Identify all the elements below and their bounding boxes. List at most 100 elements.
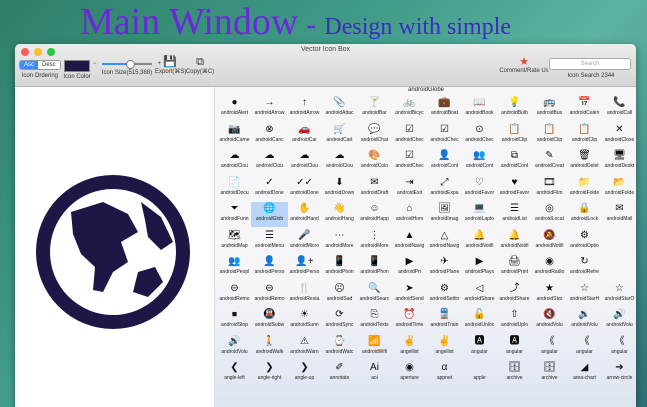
icon-cell[interactable]: ⚙ androidOptio: [566, 229, 603, 254]
icon-cell[interactable]: 🎞 androidFilm: [531, 176, 568, 201]
icon-cell[interactable]: ☰ androidMenu: [251, 229, 288, 254]
icon-cell[interactable]: α appnet: [426, 361, 463, 386]
search-input[interactable]: Search: [549, 58, 631, 70]
icon-cell[interactable]: ⌚ androidWatc: [321, 335, 358, 360]
icon-cell[interactable]: 👋 androidHang: [321, 202, 358, 227]
icon-cell[interactable]: 💬 androidChat: [356, 123, 393, 148]
icon-cell[interactable]: 📂 androidFolde: [601, 176, 636, 201]
icon-cell[interactable]: 📋 androidClip: [496, 123, 533, 148]
icon-cell[interactable]: 🎨 androidColo: [356, 149, 393, 174]
icon-cell[interactable]: ⎘ androidTexts: [356, 308, 393, 333]
icon-cell[interactable]: 🔇 androidVolu: [531, 308, 568, 333]
icon-cell[interactable]: ✕ androidClose: [601, 123, 636, 148]
icon-cell[interactable]: ⊙ androidChec: [461, 123, 498, 148]
icon-cell[interactable]: ⊖ androidRemo: [251, 282, 288, 307]
icon-cell[interactable]: ☹ androidSad: [321, 282, 358, 307]
icon-cell[interactable]: 🚆 androidTrain: [426, 308, 463, 333]
icon-cell[interactable]: ☆ androidStarH: [566, 282, 603, 307]
icon-cell[interactable]: 🔓 androidUnloc: [461, 308, 498, 333]
icon-cell[interactable]: ✓ androidDone: [251, 176, 288, 201]
icon-cell[interactable]: 《 angular: [531, 335, 568, 360]
icon-cell[interactable]: 🔊 androidVolu: [601, 308, 636, 333]
comment-button[interactable]: ★ Comment/Rate Us: [499, 56, 549, 74]
icon-cell[interactable]: 🖼 androidImag: [426, 202, 463, 227]
icon-cell[interactable]: 👤 androidPerso: [251, 255, 288, 280]
icon-cell[interactable]: ▶ androidPri: [391, 255, 428, 280]
icon-cell[interactable]: ☁ androidClou: [321, 149, 358, 174]
icon-cell[interactable]: ❯ angle-up: [286, 361, 323, 386]
icon-cell[interactable]: 🚌 androidBus: [531, 96, 568, 121]
icon-cell[interactable]: ✐ annotate: [321, 361, 358, 386]
icon-cell[interactable]: ☁ androidClou: [286, 149, 323, 174]
icon-cell[interactable]: ☑ androidChec: [391, 149, 428, 174]
icon-cell[interactable]: 📶 androidWifi: [356, 335, 393, 360]
icon-cell[interactable]: 🍸 androidBar: [356, 96, 393, 121]
icon-cell[interactable]: ⋮ androidMore: [356, 229, 393, 254]
icon-cell[interactable]: △ androidNavig: [426, 229, 463, 254]
icon-cell[interactable]: 🎤 androidMicro: [286, 229, 323, 254]
icon-cell[interactable]: 🖨 androidPrint: [496, 255, 533, 280]
icon-cell[interactable]: ✉ androidMail: [601, 202, 636, 227]
icon-cell[interactable]: ☺ androidHapp: [356, 202, 393, 227]
desc-button[interactable]: Desc: [38, 61, 60, 69]
icon-cell[interactable]: 📱 androidPhon: [356, 255, 393, 280]
icon-cell[interactable]: ▲ androidNavig: [391, 229, 428, 254]
icon-cell[interactable]: ☰ androidList: [496, 202, 533, 227]
icon-cell[interactable]: ⤴ androidShare: [496, 282, 533, 307]
icon-cell[interactable]: ✋ androidHand: [286, 202, 323, 227]
icon-cell[interactable]: 🔊 androidVolu: [216, 335, 253, 360]
icon-cell[interactable]: 🔕 androidNotifi: [531, 229, 568, 254]
icon-cell[interactable]: 🚇 androidSubw: [251, 308, 288, 333]
icon-cell[interactable]: ⇥ androidExit: [391, 176, 428, 201]
icon-cell[interactable]: ⚙ androidSettin: [426, 282, 463, 307]
icon-cell[interactable]: ☀ androidSunn: [286, 308, 323, 333]
slider-knob[interactable]: [125, 60, 135, 69]
icon-cell[interactable]: ➤ androidSend: [391, 282, 428, 307]
icon-cell[interactable]: 📋 androidClip: [566, 123, 603, 148]
icon-cell[interactable]: ⚠ androidWarn: [286, 335, 323, 360]
icon-cell[interactable]: 📱 androidPhon: [321, 255, 358, 280]
color-well[interactable]: [64, 60, 90, 72]
icon-cell[interactable]: 📷 androidCame: [216, 123, 253, 148]
icon-cell[interactable]: ★ androidStar: [531, 282, 568, 307]
icon-cell[interactable]: ➔ arrow-circle: [601, 361, 636, 386]
icon-cell[interactable]: 📄 androidDocu: [216, 176, 253, 201]
icon-cell[interactable]: ⟳ androidSync: [321, 308, 358, 333]
export-button[interactable]: 💾 Export(⌘S): [155, 56, 186, 75]
icon-cell[interactable]: ♥ androidFavor: [496, 176, 533, 201]
icon-cell[interactable]: 📁 androidFolde: [566, 176, 603, 201]
icon-cell[interactable]: ▶ androidPlays: [461, 255, 498, 280]
icon-cell[interactable]: ↻ androidRefre: [566, 255, 603, 280]
icon-cell[interactable]: ◉ androidRadio: [531, 255, 568, 280]
icon-cell[interactable]: ⏰ androidTime: [391, 308, 428, 333]
icon-cell[interactable]: ✌ angellist: [391, 335, 428, 360]
icon-cell[interactable]: 🔍 androidSearc: [356, 282, 393, 307]
icon-cell[interactable]: ✈ androidPlane: [426, 255, 463, 280]
icon-cell[interactable]: ● androidAlert: [216, 96, 253, 121]
icon-cell[interactable]: 💡 androidBulb: [496, 96, 533, 121]
icon-cell[interactable]: 🗄 archive: [496, 361, 533, 386]
icon-cell[interactable]: 🅰angular: [461, 335, 498, 360]
icon-cell[interactable]: ⇧ androidUplo: [496, 308, 533, 333]
icon-cell[interactable]: ↑ androidArrow: [286, 96, 323, 121]
icon-cell[interactable]: 🗄 archive: [531, 361, 568, 386]
icon-cell[interactable]: 🔔 androidNotifi: [496, 229, 533, 254]
icon-cell[interactable]: 👤+ androidPerso: [286, 255, 323, 280]
icon-cell[interactable]: 💼 androidBoat: [426, 96, 463, 121]
icon-cell[interactable]: ❯ angle-right: [251, 361, 288, 386]
minus-icon[interactable]: −: [93, 61, 97, 67]
icon-cell[interactable]: 📋 androidClip: [531, 123, 568, 148]
icon-cell[interactable]: ♡ androidFavor: [461, 176, 498, 201]
icon-cell[interactable]: 🚗 androidCar: [286, 123, 323, 148]
icon-cell[interactable]: ◎ androidLocat: [531, 202, 568, 227]
icon-cell[interactable]: ☑ androidChec: [426, 123, 463, 148]
icon-cell[interactable]: ✓✓ androidDone: [286, 176, 323, 201]
icon-cell[interactable]: 🔔 androidNotifi: [461, 229, 498, 254]
icon-cell[interactable]: 👥 androidCont: [461, 149, 498, 174]
icon-cell[interactable]: 🔉 androidVolu: [566, 308, 603, 333]
icon-cell[interactable]: ✌ angellist: [426, 335, 463, 360]
icon-cell[interactable]: ⋯ androidMore: [321, 229, 358, 254]
icon-cell[interactable]: 《 angular: [601, 335, 636, 360]
icon-cell[interactable]: 🅰angular: [496, 335, 533, 360]
icon-cell[interactable]: 《 angular: [566, 335, 603, 360]
